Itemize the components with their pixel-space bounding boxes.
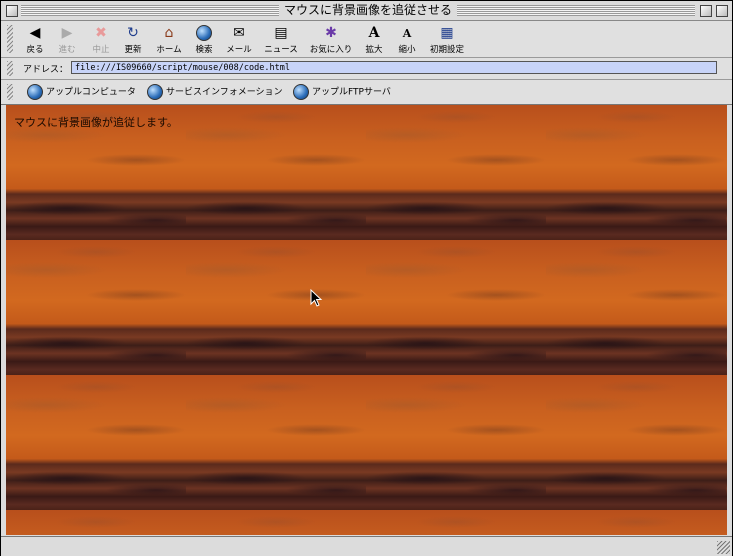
address-bar: アドレス： file:///IS09660/script/mouse/008/c… xyxy=(1,58,732,80)
zoom-box-icon[interactable] xyxy=(700,5,712,17)
refresh-icon: ↻ xyxy=(127,25,139,41)
favorites-bar-grip[interactable] xyxy=(7,84,13,100)
preferences-icon: ▦ xyxy=(440,25,454,41)
forward-arrow-icon: ▶ xyxy=(61,25,73,41)
page-content[interactable]: マウスに背景画像が追従します。 xyxy=(6,105,727,535)
collapse-box-icon[interactable] xyxy=(716,5,728,17)
globe-icon xyxy=(27,84,43,100)
title-bar[interactable]: マウスに背景画像を追従させる xyxy=(1,1,732,21)
status-bar xyxy=(1,536,732,556)
mouse-pointer-icon xyxy=(310,289,323,307)
favorite-link-service-information[interactable]: サービスインフォメーション xyxy=(147,84,283,100)
favorites-icon: ✱ xyxy=(325,25,337,41)
page-message: マウスに背景画像が追従します。 xyxy=(14,116,178,129)
window-title: マウスに背景画像を追従させる xyxy=(283,3,452,17)
globe-icon xyxy=(293,84,309,100)
content-border-right xyxy=(727,105,732,535)
stop-icon: ✖ xyxy=(95,25,107,41)
browser-window: マウスに背景画像を追従させる ◀ 戻る ▶ 進む ✖ 中止 ↻ 更新 ⌂ ホーム… xyxy=(0,0,733,556)
favorite-link-apple-ftp-server[interactable]: アップルFTPサーバ xyxy=(293,84,391,100)
favorite-link-apple-computer[interactable]: アップルコンピュータ xyxy=(27,84,136,100)
text-smaller-button[interactable]: A 縮小 xyxy=(385,24,429,56)
address-bar-grip[interactable] xyxy=(7,61,13,76)
resize-grip-icon[interactable] xyxy=(717,541,730,554)
globe-icon xyxy=(147,84,163,100)
home-icon: ⌂ xyxy=(164,25,174,41)
text-smaller-icon: A xyxy=(402,27,412,40)
favorites-bar: アップルコンピュータ サービスインフォメーション アップルFTPサーバ xyxy=(1,80,732,105)
news-icon: ▤ xyxy=(274,25,288,41)
close-box-icon[interactable] xyxy=(6,5,18,17)
tiled-sunset-background xyxy=(6,105,727,535)
text-larger-icon: A xyxy=(368,25,380,41)
title-stripes-right xyxy=(457,5,695,16)
preferences-button[interactable]: ▦ 初期設定 xyxy=(425,24,469,56)
mail-icon: ✉ xyxy=(233,25,245,41)
title-stripes-left xyxy=(21,5,279,16)
mail-button[interactable]: ✉ メール xyxy=(217,24,261,56)
back-arrow-icon: ◀ xyxy=(29,25,41,41)
address-input[interactable]: file:///IS09660/script/mouse/008/code.ht… xyxy=(71,61,717,74)
news-button[interactable]: ▤ ニュース xyxy=(259,24,303,56)
toolbar: ◀ 戻る ▶ 進む ✖ 中止 ↻ 更新 ⌂ ホーム 検索 ✉ メール ▤ ニュー… xyxy=(1,21,732,58)
search-globe-icon xyxy=(194,25,214,42)
address-label: アドレス： xyxy=(23,65,69,75)
favorites-button[interactable]: ✱ お気に入り xyxy=(308,24,354,56)
